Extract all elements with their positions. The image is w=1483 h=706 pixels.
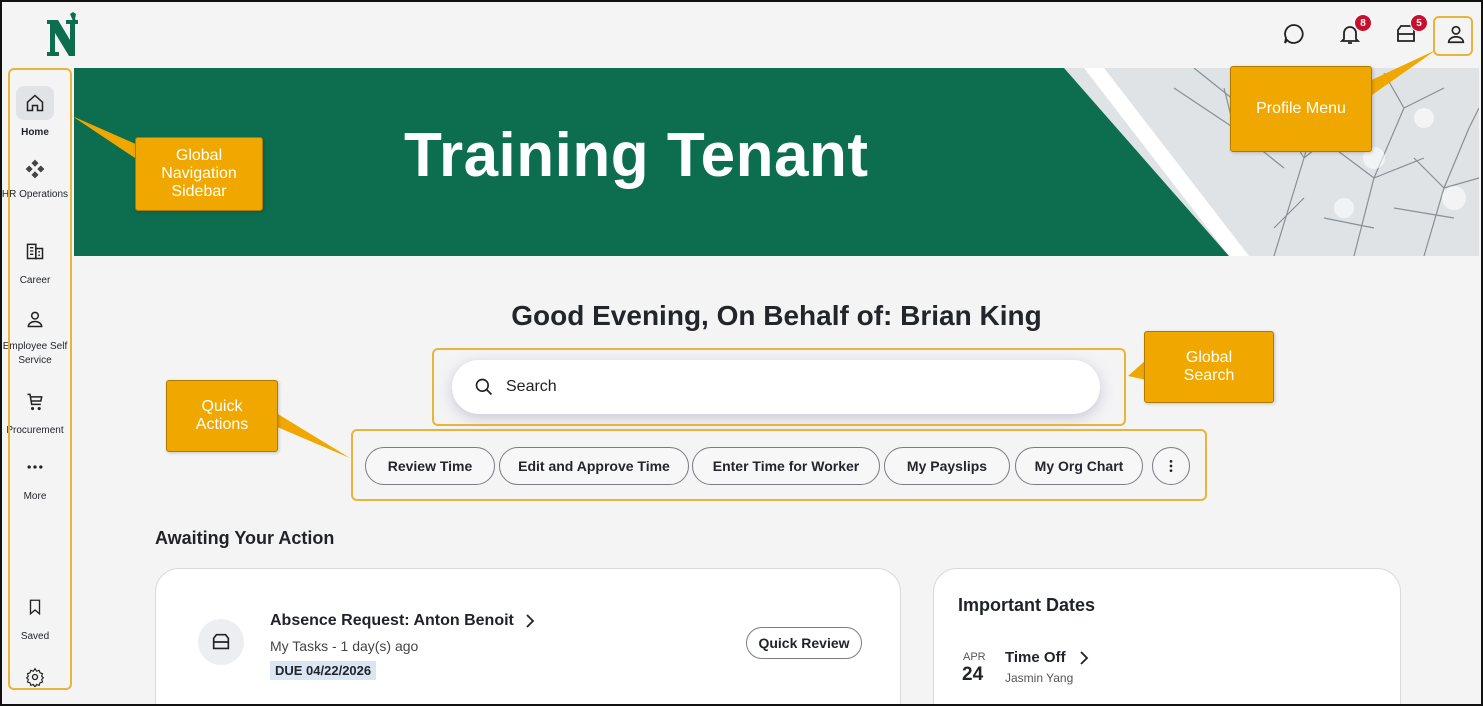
sidebar-item-home[interactable]: Home	[0, 86, 70, 140]
inbox-badge: 5	[1410, 14, 1428, 32]
cart-icon	[16, 384, 54, 418]
notifications-badge: 8	[1354, 14, 1372, 32]
person-icon	[16, 302, 54, 336]
greeting-heading: Good Evening, On Behalf of: Brian King	[511, 300, 1042, 331]
sidebar-item-saved[interactable]: Saved	[0, 590, 70, 644]
company-logo[interactable]	[44, 12, 84, 58]
task-link[interactable]: Absence Request: Anton Benoit	[270, 612, 536, 630]
building-icon	[16, 234, 54, 268]
apps-icon	[16, 152, 54, 186]
task-title: Absence Request: Anton Benoit	[270, 612, 514, 629]
notifications-bell-icon[interactable]: 8	[1336, 14, 1372, 48]
bookmark-icon	[16, 590, 54, 624]
quick-action-my-org-chart[interactable]: My Org Chart	[1015, 447, 1143, 485]
sidebar-item-career[interactable]: Career	[0, 234, 70, 288]
sidebar-item-settings[interactable]	[0, 660, 70, 694]
quick-actions-more-button[interactable]	[1152, 447, 1190, 485]
sidebar-item-hr-operations[interactable]: HR Operations	[0, 152, 70, 202]
quick-action-edit-and-approve-time[interactable]: Edit and Approve Time	[499, 447, 689, 485]
top-bar: 8 5	[0, 0, 1483, 68]
quick-action-review-time[interactable]: Review Time	[365, 447, 495, 485]
annotation-global-search: Global Search	[1144, 331, 1274, 403]
search-icon	[475, 378, 493, 396]
sidebar-item-label: More	[23, 491, 47, 502]
awaiting-action-heading: Awaiting Your Action	[155, 528, 335, 548]
chat-icon[interactable]	[1280, 20, 1308, 48]
more-dots-icon	[16, 450, 54, 484]
important-dates-heading: Important Dates	[958, 595, 1096, 615]
annotation-global-navigation-sidebar: Global Navigation Sidebar	[135, 137, 263, 211]
annotation-label: Profile Menu	[1256, 100, 1346, 117]
home-icon	[16, 86, 54, 120]
sidebar-item-label: Procurement	[6, 425, 64, 436]
sidebar-item-label: HR Operations	[1, 189, 69, 200]
inbox-tray-icon	[198, 619, 244, 665]
inbox-tray-icon[interactable]: 5	[1392, 14, 1428, 48]
annotation-profile-menu: Profile Menu	[1230, 66, 1372, 152]
annotation-label: Global Search	[1183, 349, 1235, 384]
date-day: 24	[962, 664, 984, 685]
sidebar-item-more[interactable]: More	[0, 450, 70, 504]
sidebar-item-label: Saved	[20, 631, 50, 642]
quick-action-my-payslips[interactable]: My Payslips	[884, 447, 1010, 485]
due-date-badge: DUE 04/22/2026	[270, 661, 377, 680]
chevron-right-icon	[1079, 650, 1088, 665]
quick-review-button[interactable]: Quick Review	[746, 627, 862, 659]
sidebar-item-label: Employee Self Service	[2, 341, 68, 366]
vertical-dots-icon	[1169, 460, 1173, 472]
annotation-label: Global Navigation Sidebar	[161, 147, 237, 200]
sidebar-item-label: Home	[21, 127, 49, 138]
global-navigation-sidebar: Home HR Operations Career Employee Self …	[0, 68, 72, 706]
date-event-link[interactable]: Time Off	[1005, 649, 1090, 666]
quick-action-enter-time-for-worker[interactable]: Enter Time for Worker	[692, 447, 880, 485]
profile-icon[interactable]	[1442, 20, 1470, 48]
sidebar-item-employee-self-service[interactable]: Employee Self Service	[0, 302, 70, 368]
date-event-title: Time Off	[1005, 649, 1066, 666]
global-search-bar[interactable]	[452, 360, 1100, 414]
sidebar-item-label: Career	[19, 275, 51, 286]
gear-icon	[16, 660, 54, 694]
date-event-person: Jasmin Yang	[1005, 671, 1074, 685]
chevron-right-icon	[526, 614, 535, 628]
tenant-title: Training Tenant	[404, 121, 869, 190]
sidebar-item-procurement[interactable]: Procurement	[0, 384, 70, 438]
task-subtitle: My Tasks - 1 day(s) ago	[270, 638, 419, 654]
annotation-label: Quick Actions	[195, 398, 249, 433]
annotation-quick-actions: Quick Actions	[166, 380, 278, 452]
date-month: APR	[963, 651, 986, 663]
search-input[interactable]	[506, 378, 1066, 396]
important-dates-card	[933, 568, 1401, 706]
